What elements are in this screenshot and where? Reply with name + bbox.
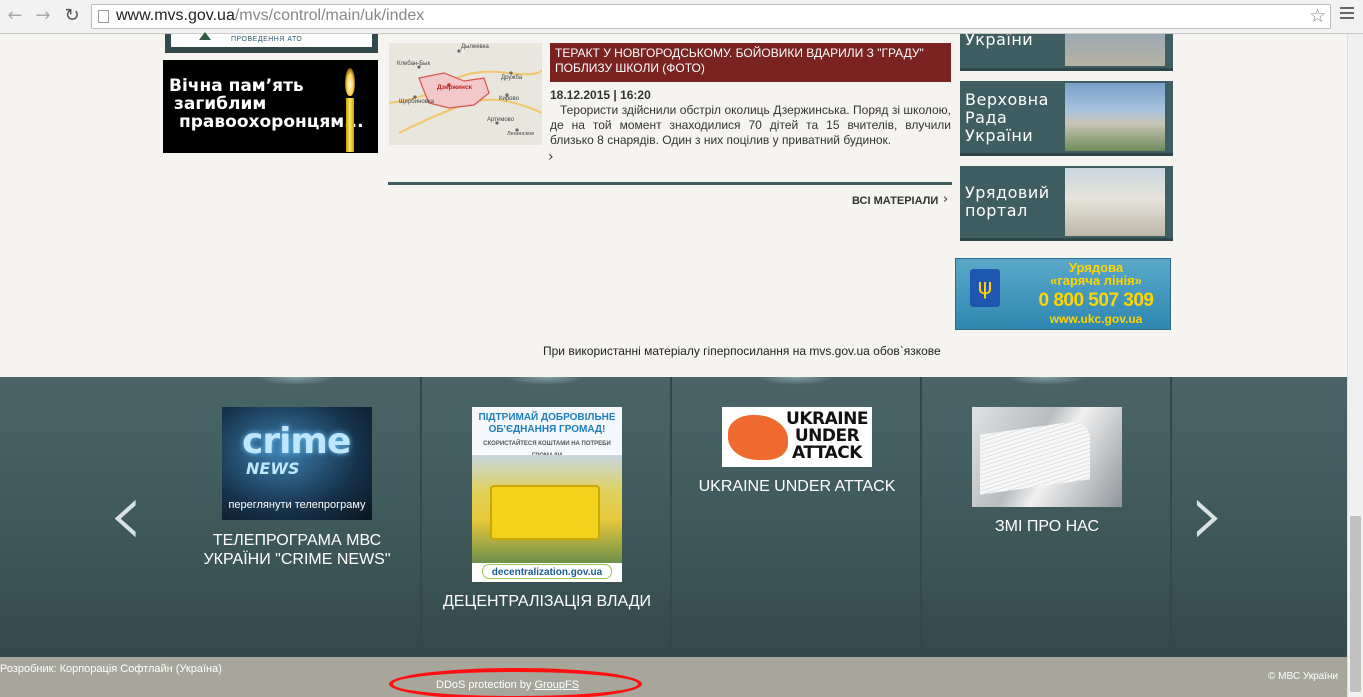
news-divider (388, 182, 952, 185)
banner-label-line: портал (965, 201, 1028, 220)
carousel-next-icon[interactable]: › (1190, 470, 1226, 560)
banner-label-line: Урядовий (965, 183, 1050, 202)
memorial-banner[interactable]: Вічна пам’ять загиблим правоохоронцям... (163, 60, 378, 153)
crime-word: crime (242, 421, 351, 462)
page-icon (98, 10, 109, 23)
hotline-site: www.ukc.gov.ua (1049, 312, 1143, 326)
crime-image-caption: переглянути телепрограму (228, 499, 366, 511)
browser-menu-icon[interactable] (1340, 7, 1354, 22)
ukraine-under-attack-image[interactable]: UKRAINE UNDER ATTACK (722, 407, 872, 467)
all-materials-link[interactable]: ВСІ МАТЕРІАЛИ (852, 195, 938, 207)
carousel-glow (1006, 377, 1086, 385)
browser-toolbar: ← → ↻ www.mvs.gov.ua/mvs/control/main/uk… (0, 0, 1363, 34)
red-highlight-oval (389, 668, 642, 697)
newspapers-image[interactable] (972, 407, 1122, 507)
bookmark-star-icon[interactable]: ☆ (1309, 5, 1326, 27)
map-label: Дружба (501, 75, 523, 81)
building-image (1065, 168, 1165, 236)
url-host: www.mvs.gov.ua (116, 7, 235, 24)
decentralization-headline-text: ПІДТРИМАЙ ДОБРОВІЛЬНЕ ОБ'ЄДНАННЯ ГРОМАД! (478, 412, 616, 435)
address-bar[interactable]: www.mvs.gov.ua/mvs/control/main/uk/index… (91, 4, 1331, 29)
news-body: Терористи здійснили обстріл околиць Дзер… (550, 103, 951, 147)
building-image (1065, 34, 1165, 66)
developer-credit: Розробник: Корпорація Софтлайн (Україна) (0, 663, 222, 675)
memorial-line: Вічна пам’ять (169, 76, 304, 96)
decentralization-headline: ПІДТРИМАЙ ДОБРОВІЛЬНЕ ОБ'ЄДНАННЯ ГРОМАД!… (472, 407, 622, 459)
carousel-divider (420, 377, 422, 657)
news-word: NEWS (246, 459, 300, 478)
bus-icon (490, 485, 600, 540)
media-about-us-link[interactable]: ЗМІ ПРО НАС (922, 517, 1172, 536)
map-label: Артемово (487, 117, 515, 123)
candle-icon (343, 68, 357, 152)
memorial-line: загиблим (174, 94, 267, 114)
ukraine-map-icon (728, 415, 788, 460)
president-banner[interactable]: України (960, 34, 1173, 71)
verkhovna-rada-banner[interactable]: Верховна Рада України (960, 81, 1173, 156)
news-map-image[interactable]: Дылеевка Клебан-Бык Дружба Щербиновка Дз… (389, 43, 542, 145)
vertical-scrollbar[interactable] (1347, 34, 1363, 697)
map-label: Клебан-Бык (397, 61, 430, 67)
government-portal-banner[interactable]: Урядовий портал (960, 166, 1173, 241)
news-title-link[interactable]: ТЕРАКТ У НОВГОРОДСЬКОМУ. БОЙОВИКИ ВДАРИЛ… (550, 43, 951, 82)
memorial-line: правоохоронцям... (179, 112, 364, 132)
all-materials-chevron-icon[interactable]: › (943, 192, 948, 207)
scrollbar-thumb[interactable] (1350, 516, 1361, 692)
ato-emblem-icon (199, 32, 211, 40)
crime-news-image[interactable]: crime NEWS переглянути телепрограму (222, 407, 372, 520)
url-text[interactable]: www.mvs.gov.ua/mvs/control/main/uk/index (116, 7, 424, 25)
ato-banner[interactable]: ПРОВЕДЕННЯ АТО (165, 32, 378, 53)
banner-label: Верховна Рада України (965, 91, 1049, 145)
coat-of-arms-icon: ψ (970, 269, 1000, 307)
map-label: Дылеевка (461, 44, 489, 50)
decentralization-link[interactable]: ДЕЦЕНТРАЛІЗАЦІЯ ВЛАДИ (422, 592, 672, 611)
building-image (1065, 83, 1165, 151)
bus-photo (472, 455, 622, 563)
ukraine-under-attack-link[interactable]: UKRAINE UNDER ATTACK (672, 477, 922, 496)
carousel-glow (756, 377, 836, 385)
banner-label: Урядовий портал (965, 184, 1050, 220)
reload-icon[interactable]: ↻ (61, 5, 83, 27)
map-label: Ленинское (507, 131, 534, 137)
ato-caption: ПРОВЕДЕННЯ АТО (231, 36, 303, 43)
crime-news-link[interactable]: ТЕЛЕПРОГРАМА МВС УКРАЇНИ "CRIME NEWS" (197, 531, 397, 569)
memorial-text: Вічна пам’ять загиблим правоохоронцям... (169, 76, 364, 132)
decentralization-url: decentralization.gov.ua (482, 564, 612, 579)
newspaper-icon (980, 419, 1090, 495)
hotline-title-line: «гаряча лінія» (1050, 273, 1142, 288)
hyperlink-notice: При використанні матеріалу гіперпосиланн… (543, 344, 941, 358)
ukraine-under-attack-logo-text: UKRAINE UNDER ATTACK (786, 409, 868, 463)
carousel-glow (506, 377, 586, 385)
banner-label-line: України (965, 126, 1034, 145)
url-path: /mvs/control/main/uk/index (234, 7, 425, 24)
banner-label: України (965, 34, 1034, 49)
decentralization-image[interactable]: ПІДТРИМАЙ ДОБРОВІЛЬНЕ ОБ'ЄДНАННЯ ГРОМАД!… (472, 407, 622, 582)
read-more-chevron-icon[interactable]: › (548, 149, 554, 165)
map-label: Щербиновка (399, 99, 435, 105)
news-date: 18.12.2015 | 16:20 (550, 88, 651, 102)
copyright: © МВС України (1268, 671, 1339, 682)
banner-label-line: Верховна (965, 90, 1049, 109)
hotline-title: Урядова «гаряча лінія» (1026, 261, 1166, 287)
carousel-glow (256, 377, 336, 385)
back-icon[interactable]: ← (4, 5, 26, 27)
hotline-phone: 0 800 507 309 (1038, 290, 1154, 311)
map-label: Кирово (499, 96, 520, 102)
banner-label-line: Рада (965, 108, 1008, 127)
carousel-prev-icon[interactable]: ‹ (108, 470, 144, 560)
forward-icon[interactable]: → (32, 5, 54, 27)
map-label: Дзержинск (437, 84, 473, 91)
carousel-divider (670, 377, 672, 657)
hotline-banner[interactable]: ψ Урядова «гаряча лінія» 0 800 507 309 w… (955, 258, 1171, 330)
